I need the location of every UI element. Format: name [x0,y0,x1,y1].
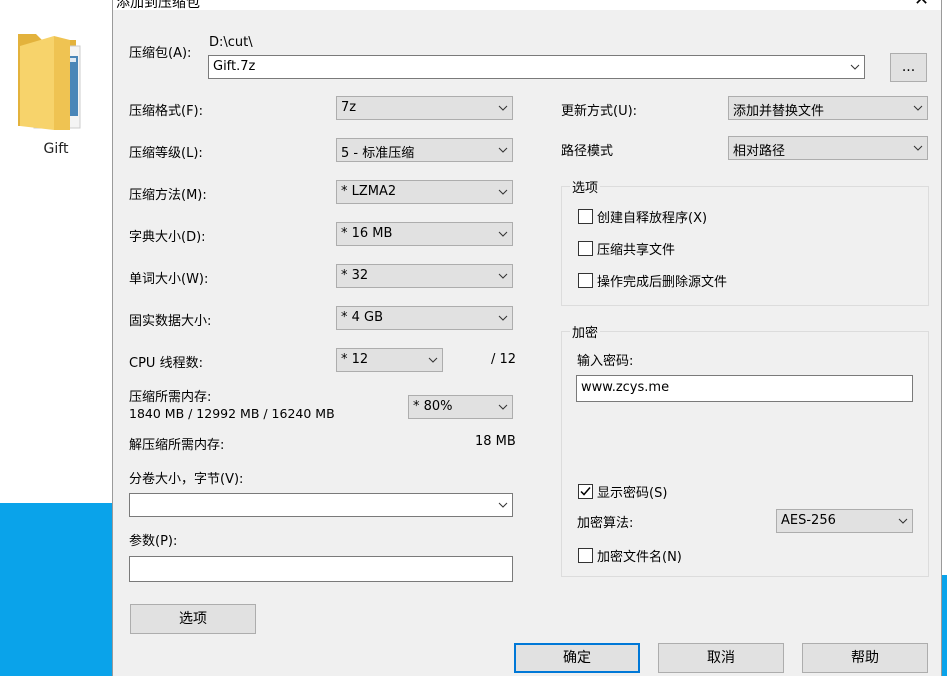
password-input[interactable]: www.zcys.me [576,375,913,402]
folder-label: Gift [43,141,69,157]
desktop-wallpaper [0,503,112,676]
format-value: 7z [341,100,357,115]
show-password-checkbox[interactable] [578,484,593,499]
chevron-down-icon [498,147,508,153]
browse-button[interactable]: ... [890,53,927,82]
chevron-down-icon [498,273,508,279]
password-label: 输入密码: [577,354,634,369]
archive-name-combobox[interactable]: Gift.7z [208,55,865,79]
shared-checkbox[interactable] [578,241,593,256]
delete-source-label: 操作完成后删除源文件 [597,275,728,290]
mem-comp-label: 压缩所需内存: [129,390,212,405]
dict-label: 字典大小(D): [129,230,206,245]
dict-dropdown[interactable]: * 16 MB [336,222,513,246]
chevron-down-icon [913,145,923,151]
cpu-label: CPU 线程数: [129,356,203,371]
solid-label: 固实数据大小: [129,314,212,329]
format-dropdown[interactable]: 7z [336,96,513,120]
delete-source-checkbox[interactable] [578,273,593,288]
method-dropdown[interactable]: * LZMA2 [336,180,513,204]
mem-comp-value: 1840 MB / 12992 MB / 16240 MB [129,406,335,421]
encrypt-names-label: 加密文件名(N) [597,550,682,565]
level-label: 压缩等级(L): [129,146,203,161]
folder-icon[interactable] [14,26,94,136]
update-label: 更新方式(U): [561,104,638,119]
dialog-titlebar: 添加到压缩包 ✕ [113,0,941,10]
archive-path: D:\cut\ [209,35,253,50]
encrypt-names-checkbox[interactable] [578,548,593,563]
mem-percent-dropdown[interactable]: * 80% [408,395,513,419]
params-label: 参数(P): [129,534,178,549]
volume-combobox[interactable] [129,493,513,517]
sfx-label: 创建自释放程序(X) [597,211,708,226]
options-group-title: 选项 [570,177,601,196]
sfx-checkbox[interactable] [578,209,593,224]
method-label: 压缩方法(M): [129,188,207,203]
word-dropdown[interactable]: * 32 [336,264,513,288]
method-value: * LZMA2 [341,184,397,199]
word-label: 单词大小(W): [129,272,209,287]
cpu-value: * 12 [341,352,369,367]
chevron-down-icon [498,105,508,111]
chevron-down-icon [913,105,923,111]
close-icon[interactable]: ✕ [914,0,929,10]
format-label: 压缩格式(F): [129,104,204,119]
encryption-group-title: 加密 [570,322,601,341]
archive-name-value: Gift.7z [213,59,256,74]
chevron-down-icon [498,189,508,195]
update-dropdown[interactable]: 添加并替换文件 [728,96,928,120]
archive-label: 压缩包(A): [129,46,192,61]
path-mode-dropdown[interactable]: 相对路径 [728,136,928,160]
level-value: 5 - 标准压缩 [341,146,415,161]
dialog-title: 添加到压缩包 [116,0,200,10]
chevron-down-icon [498,231,508,237]
cpu-total: / 12 [491,352,517,367]
chevron-down-icon [850,64,860,70]
show-password-label: 显示密码(S) [597,486,668,501]
password-value: www.zcys.me [581,380,670,395]
path-mode-label: 路径模式 [561,144,614,159]
update-value: 添加并替换文件 [733,104,825,119]
params-input[interactable] [129,556,513,582]
enc-method-label: 加密算法: [577,516,634,531]
chevron-down-icon [498,502,508,508]
word-value: * 32 [341,268,369,283]
level-dropdown[interactable]: 5 - 标准压缩 [336,138,513,162]
solid-value: * 4 GB [341,310,384,325]
path-mode-value: 相对路径 [733,144,786,159]
add-to-archive-dialog: 添加到压缩包 ✕ 压缩包(A): D:\cut\ Gift.7z ... 压缩格… [112,0,942,676]
solid-dropdown[interactable]: * 4 GB [336,306,513,330]
enc-method-value: AES-256 [781,513,836,528]
mem-decomp-label: 解压缩所需内存: [129,438,225,453]
checkmark-icon [580,487,591,496]
chevron-down-icon [498,315,508,321]
volume-label: 分卷大小，字节(V): [129,472,244,487]
options-button[interactable]: 选项 [130,604,256,634]
ok-button[interactable]: 确定 [514,643,640,673]
mem-percent-value: * 80% [413,399,453,414]
chevron-down-icon [428,357,438,363]
enc-method-dropdown[interactable]: AES-256 [776,509,913,533]
help-button[interactable]: 帮助 [802,643,928,673]
mem-decomp-value: 18 MB [475,434,516,449]
cpu-dropdown[interactable]: * 12 [336,348,443,372]
chevron-down-icon [498,404,508,410]
shared-label: 压缩共享文件 [597,243,676,258]
cancel-button[interactable]: 取消 [658,643,784,673]
dict-value: * 16 MB [341,226,393,241]
chevron-down-icon [898,518,908,524]
